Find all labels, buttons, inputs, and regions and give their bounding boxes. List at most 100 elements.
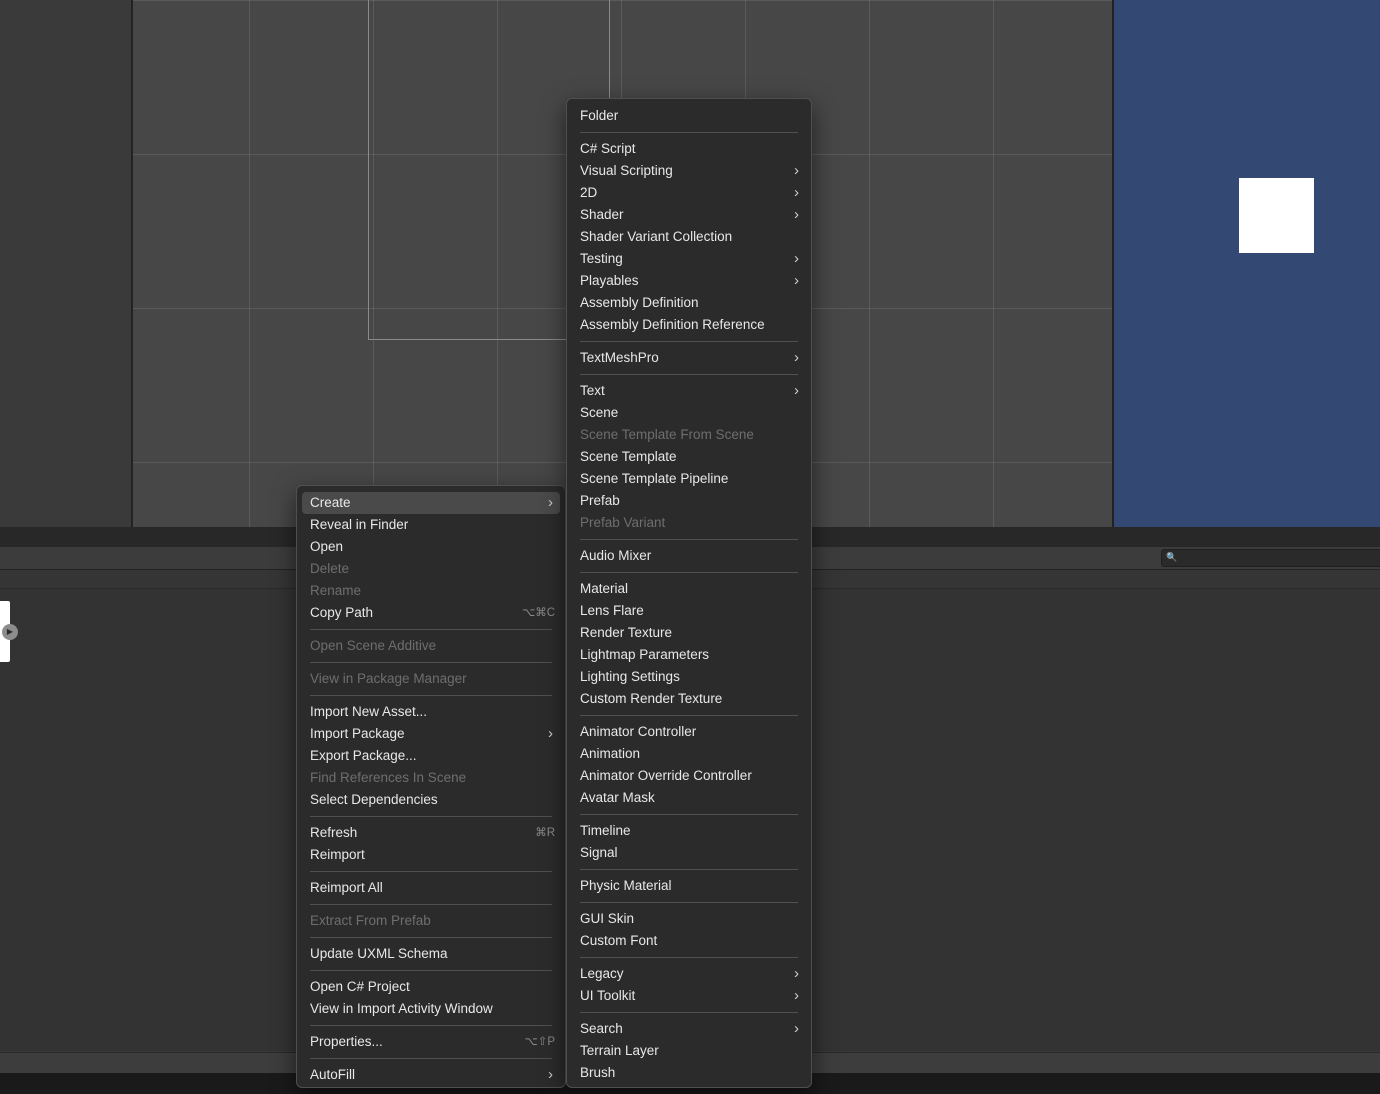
create-menu-item-scene-template-pipeline[interactable]: Scene Template Pipeline bbox=[567, 468, 811, 490]
menu-item-label: Custom Render Texture bbox=[580, 691, 723, 706]
menu-separator bbox=[567, 897, 811, 908]
menu-item-label: Shader Variant Collection bbox=[580, 229, 733, 244]
keyboard-shortcut: ⌘R bbox=[535, 827, 555, 839]
create-menu-item-lightmap-parameters[interactable]: Lightmap Parameters bbox=[567, 644, 811, 666]
create-menu-item-legacy[interactable]: Legacy › bbox=[567, 963, 811, 985]
create-menu-item-animator-controller[interactable]: Animator Controller bbox=[567, 721, 811, 743]
play-icon[interactable]: ▶ bbox=[2, 624, 18, 640]
menu-item-label: View in Import Activity Window bbox=[310, 1001, 493, 1016]
menu-item-label: C# Script bbox=[580, 141, 636, 156]
chevron-right-icon: › bbox=[794, 206, 799, 223]
create-menu-item-ui-toolkit[interactable]: UI Toolkit › bbox=[567, 985, 811, 1007]
menu-separator bbox=[567, 534, 811, 545]
menu-item-label: Avatar Mask bbox=[580, 790, 655, 805]
menu-separator bbox=[297, 932, 565, 943]
create-menu-item-signal[interactable]: Signal bbox=[567, 842, 811, 864]
create-menu-item-scene[interactable]: Scene bbox=[567, 402, 811, 424]
create-menu-item-material[interactable]: Material bbox=[567, 578, 811, 600]
menu-separator bbox=[567, 1007, 811, 1018]
menu-item-label: AutoFill bbox=[310, 1067, 356, 1082]
create-menu-item-shader-variant-collection[interactable]: Shader Variant Collection bbox=[567, 226, 811, 248]
context-menu-item-refresh[interactable]: Refresh ⌘R bbox=[297, 822, 565, 844]
context-menu-item-create[interactable]: Create › bbox=[302, 492, 560, 514]
create-menu-item-assembly-definition[interactable]: Assembly Definition bbox=[567, 292, 811, 314]
game-view[interactable] bbox=[1114, 0, 1380, 527]
create-menu-item-animation[interactable]: Animation bbox=[567, 743, 811, 765]
create-menu-item-shader[interactable]: Shader › bbox=[567, 204, 811, 226]
create-menu-item-folder[interactable]: Folder bbox=[567, 105, 811, 127]
create-menu-item-textmeshpro[interactable]: TextMeshPro › bbox=[567, 347, 811, 369]
menu-item-label: Animator Override Controller bbox=[580, 768, 752, 783]
menu-item-label: GUI Skin bbox=[580, 911, 635, 926]
context-menu-item-open-c-project[interactable]: Open C# Project bbox=[297, 976, 565, 998]
create-menu-item-physic-material[interactable]: Physic Material bbox=[567, 875, 811, 897]
menu-item-label: Extract From Prefab bbox=[310, 913, 431, 928]
menu-separator bbox=[297, 690, 565, 701]
context-menu-item-import-new-asset[interactable]: Import New Asset... bbox=[297, 701, 565, 723]
menu-item-label: Reimport All bbox=[310, 880, 383, 895]
context-menu-item-open-scene-additive: Open Scene Additive bbox=[297, 635, 565, 657]
create-menu-item-scene-template[interactable]: Scene Template bbox=[567, 446, 811, 468]
context-menu-item-reimport-all[interactable]: Reimport All bbox=[297, 877, 565, 899]
context-menu-item-open[interactable]: Open bbox=[297, 536, 565, 558]
create-menu-item-terrain-layer[interactable]: Terrain Layer bbox=[567, 1040, 811, 1062]
create-menu-item-text[interactable]: Text › bbox=[567, 380, 811, 402]
menu-item-label: Scene Template Pipeline bbox=[580, 471, 729, 486]
context-menu-item-select-dependencies[interactable]: Select Dependencies bbox=[297, 789, 565, 811]
menu-separator bbox=[297, 866, 565, 877]
context-menu-item-properties[interactable]: Properties... ⌥⇧P bbox=[297, 1031, 565, 1053]
create-menu-item-playables[interactable]: Playables › bbox=[567, 270, 811, 292]
create-menu-item-render-texture[interactable]: Render Texture bbox=[567, 622, 811, 644]
context-menu-item-copy-path[interactable]: Copy Path ⌥⌘C bbox=[297, 602, 565, 624]
search-input[interactable] bbox=[1161, 549, 1380, 567]
chevron-right-icon: › bbox=[794, 382, 799, 399]
create-menu-item-search[interactable]: Search › bbox=[567, 1018, 811, 1040]
create-menu-item-gui-skin[interactable]: GUI Skin bbox=[567, 908, 811, 930]
menu-item-label: Playables bbox=[580, 273, 639, 288]
context-menu-item-update-uxml-schema[interactable]: Update UXML Schema bbox=[297, 943, 565, 965]
context-menu-item-view-in-import-activity-window[interactable]: View in Import Activity Window bbox=[297, 998, 565, 1020]
menu-separator bbox=[297, 657, 565, 668]
create-menu-item-testing[interactable]: Testing › bbox=[567, 248, 811, 270]
context-menu-item-reimport[interactable]: Reimport bbox=[297, 844, 565, 866]
context-menu-item-export-package[interactable]: Export Package... bbox=[297, 745, 565, 767]
menu-item-label: 2D bbox=[580, 185, 598, 200]
create-menu-item-2d[interactable]: 2D › bbox=[567, 182, 811, 204]
chevron-right-icon: › bbox=[548, 725, 553, 742]
menu-item-label: View in Package Manager bbox=[310, 671, 467, 686]
menu-separator bbox=[297, 811, 565, 822]
create-menu-item-custom-render-texture[interactable]: Custom Render Texture bbox=[567, 688, 811, 710]
menu-item-label: Import New Asset... bbox=[310, 704, 428, 719]
menu-item-label: Assembly Definition bbox=[580, 295, 699, 310]
menu-item-label: Delete bbox=[310, 561, 350, 576]
create-menu-item-c-script[interactable]: C# Script bbox=[567, 138, 811, 160]
menu-separator bbox=[567, 864, 811, 875]
create-menu-item-assembly-definition-reference[interactable]: Assembly Definition Reference bbox=[567, 314, 811, 336]
create-menu-item-prefab[interactable]: Prefab bbox=[567, 490, 811, 512]
hierarchy-panel bbox=[0, 0, 131, 527]
create-menu-item-timeline[interactable]: Timeline bbox=[567, 820, 811, 842]
context-menu-item-reveal-in-finder[interactable]: Reveal in Finder bbox=[297, 514, 565, 536]
create-menu-item-lighting-settings[interactable]: Lighting Settings bbox=[567, 666, 811, 688]
chevron-right-icon: › bbox=[794, 1020, 799, 1037]
menu-item-label: Legacy bbox=[580, 966, 624, 981]
sprite-object bbox=[1239, 178, 1314, 253]
chevron-right-icon: › bbox=[794, 184, 799, 201]
menu-item-label: Material bbox=[580, 581, 629, 596]
menu-item-label: Refresh bbox=[310, 825, 358, 840]
chevron-right-icon: › bbox=[794, 349, 799, 366]
menu-separator bbox=[567, 809, 811, 820]
create-menu-item-custom-font[interactable]: Custom Font bbox=[567, 930, 811, 952]
context-menu-item-autofill[interactable]: AutoFill › bbox=[297, 1064, 565, 1086]
create-menu-item-lens-flare[interactable]: Lens Flare bbox=[567, 600, 811, 622]
chevron-right-icon: › bbox=[548, 494, 553, 511]
create-menu-item-brush[interactable]: Brush bbox=[567, 1062, 811, 1084]
search-icon: 🔍 bbox=[1166, 552, 1178, 562]
create-menu-item-audio-mixer[interactable]: Audio Mixer bbox=[567, 545, 811, 567]
context-menu-item-view-in-package-manager: View in Package Manager bbox=[297, 668, 565, 690]
create-menu-item-visual-scripting[interactable]: Visual Scripting › bbox=[567, 160, 811, 182]
create-menu-item-avatar-mask[interactable]: Avatar Mask bbox=[567, 787, 811, 809]
create-menu-item-animator-override-controller[interactable]: Animator Override Controller bbox=[567, 765, 811, 787]
menu-item-label: Physic Material bbox=[580, 878, 672, 893]
context-menu-item-import-package[interactable]: Import Package › bbox=[297, 723, 565, 745]
